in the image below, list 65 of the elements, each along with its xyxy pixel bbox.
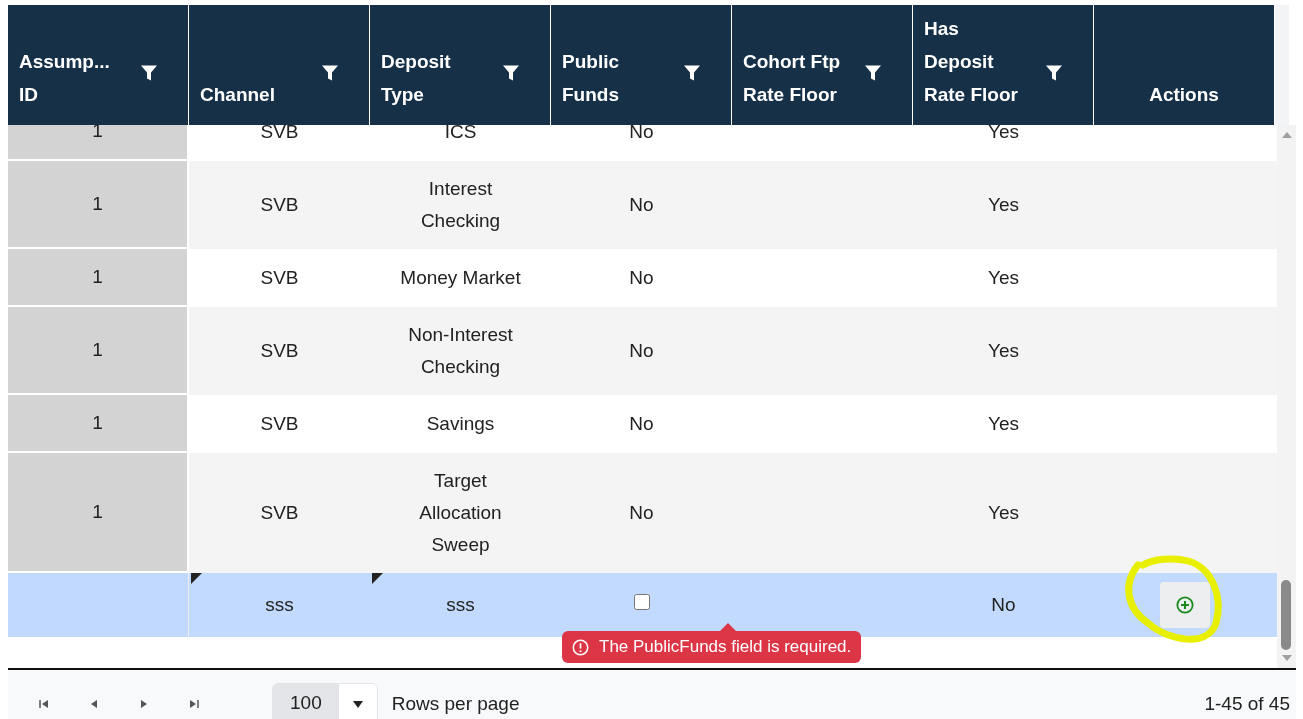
table-cell: 1 bbox=[8, 307, 189, 395]
table-cell: 1 bbox=[8, 249, 189, 307]
page-size-dropdown[interactable]: 100 bbox=[272, 683, 378, 719]
column-header[interactable]: Cohort Ftp Rate Floor bbox=[732, 5, 912, 125]
column-header-label: Assump... ID bbox=[19, 50, 111, 107]
table-cell-text: Target Allocation Sweep bbox=[418, 469, 503, 557]
table-cell-text: SVB bbox=[259, 412, 300, 436]
page-size-value: 100 bbox=[273, 684, 339, 719]
table-cell-text: No bbox=[628, 266, 655, 290]
table-cell-text: No bbox=[628, 501, 655, 525]
public-funds-checkbox[interactable] bbox=[633, 594, 650, 610]
error-message: The PublicFunds field is required. bbox=[599, 637, 852, 657]
scrollbar-thumb[interactable] bbox=[1281, 580, 1291, 650]
table-cell-value: sss bbox=[446, 593, 475, 617]
column-header-label: Deposit Type bbox=[381, 50, 452, 107]
table-cell-value: sss bbox=[265, 593, 294, 617]
column-header-label: Channel bbox=[200, 83, 275, 107]
filter-icon[interactable] bbox=[141, 64, 157, 81]
column-header[interactable]: Channel bbox=[189, 5, 369, 125]
table-cell-text: SVB bbox=[259, 501, 300, 525]
table-cell-text: Non-Interest Checking bbox=[407, 323, 514, 379]
table-cell-text: Money Market bbox=[399, 266, 522, 290]
table-cell: 1 bbox=[8, 161, 189, 249]
table-cell-text: SVB bbox=[259, 193, 300, 217]
table-cell-text: Yes bbox=[987, 266, 1020, 290]
table-cell: 1 bbox=[8, 395, 189, 453]
table-cell-text: Yes bbox=[987, 412, 1020, 436]
table-cell-text: No bbox=[628, 339, 655, 363]
table-cell: 1 bbox=[8, 453, 189, 573]
table-cell-text: ICS bbox=[443, 125, 478, 144]
table-cell-text: No bbox=[628, 125, 655, 144]
add-button[interactable] bbox=[1159, 582, 1210, 628]
column-header-label: Actions bbox=[1149, 83, 1219, 107]
table-cell-text: No bbox=[628, 193, 655, 217]
table-cell-text: Savings bbox=[425, 412, 496, 436]
table-cell-text: Yes bbox=[987, 125, 1020, 144]
table-cell-text: SVB bbox=[259, 339, 300, 363]
column-header-label: Public Funds bbox=[562, 50, 620, 107]
column-header[interactable]: Actions bbox=[1094, 5, 1274, 125]
first-page-icon[interactable] bbox=[38, 698, 50, 710]
filter-icon[interactable] bbox=[503, 64, 519, 81]
pager-range: 1-45 of 45 bbox=[1204, 693, 1290, 715]
column-header[interactable]: Assump... ID bbox=[8, 5, 188, 125]
table-cell-text: Yes bbox=[987, 501, 1020, 525]
table-cell-text: Yes bbox=[987, 193, 1020, 217]
last-page-icon[interactable] bbox=[188, 698, 200, 710]
table-cell-text: Interest Checking bbox=[419, 177, 502, 233]
error-icon bbox=[572, 638, 589, 656]
filter-icon[interactable] bbox=[684, 64, 700, 81]
column-header[interactable]: Has Deposit Rate Floor bbox=[913, 5, 1093, 125]
column-header-label: Has Deposit Rate Floor bbox=[924, 17, 1019, 107]
rows-per-page-label: Rows per page bbox=[391, 693, 520, 715]
filter-icon[interactable] bbox=[1046, 64, 1062, 81]
table-cell-text: SVB bbox=[259, 125, 300, 144]
table-cell-text: SVB bbox=[259, 266, 300, 290]
filter-icon[interactable] bbox=[865, 64, 881, 81]
table-cell-value: No bbox=[991, 593, 1016, 617]
table-cell-text: Yes bbox=[987, 339, 1020, 363]
table-cell-text: No bbox=[628, 412, 655, 436]
filter-icon[interactable] bbox=[322, 64, 338, 81]
column-header-label: Cohort Ftp Rate Floor bbox=[743, 50, 842, 107]
column-header[interactable]: Deposit Type bbox=[370, 5, 550, 125]
column-header[interactable]: Public Funds bbox=[551, 5, 731, 125]
plus-circle-icon bbox=[1175, 596, 1194, 614]
caret-icon bbox=[352, 700, 363, 708]
